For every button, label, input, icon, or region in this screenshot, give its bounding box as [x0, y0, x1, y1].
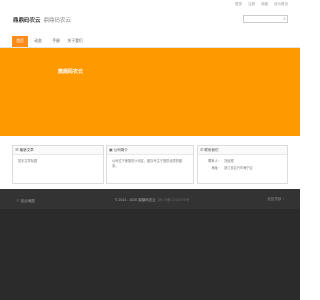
- contact-value: 刘经理: [224, 159, 234, 163]
- top-links: 登录 注册 收藏 设为首页: [235, 2, 288, 7]
- search-icon[interactable]: ⌕: [283, 16, 286, 23]
- site-name: 鼎鼎码农云: [13, 18, 41, 24]
- nav-item-news[interactable]: 动态: [30, 36, 46, 47]
- contact-label: 地址：: [211, 166, 221, 170]
- panel-recent-header: ☰最新文章: [13, 146, 103, 155]
- sitemap-icon: ☰: [16, 198, 20, 203]
- nav-item-manual[interactable]: 手册: [48, 36, 64, 47]
- panel-contact-body: 联系人： 刘经理 地址： 浙江省嘉兴市海宁区: [198, 155, 287, 175]
- back-to-top-link[interactable]: 返回顶部 ↑: [267, 197, 284, 202]
- hero-banner: [0, 48, 300, 136]
- nav-item-about[interactable]: 关于我们: [66, 36, 84, 47]
- list-icon: ☰: [15, 147, 19, 152]
- panel-about-header: ▣公司简介: [107, 146, 193, 155]
- panel-recent-title: 最新文章: [19, 148, 34, 152]
- panel-contact-header: ✆联系我们: [198, 146, 287, 155]
- top-bar: 登录 注册 收藏 设为首页: [0, 0, 300, 9]
- panel-contact: ✆联系我们 联系人： 刘经理 地址： 浙江省嘉兴市海宁区: [197, 145, 288, 184]
- contact-value: 浙江省嘉兴市海宁区: [224, 166, 253, 170]
- banner-title: 鼎鼎码农云: [58, 69, 84, 75]
- panel-recent-articles: ☰最新文章 暂无文章标题: [12, 145, 104, 184]
- contact-row-person: 联系人： 刘经理: [203, 158, 282, 163]
- footer-sitemap-text: 站点地图: [20, 199, 35, 203]
- site-footer: ☰站点地图 © 2013 - 2020 鼎鼎码农云 浙ICP备12345678号 …: [0, 189, 300, 300]
- article-link[interactable]: 暂无文章标题: [18, 158, 37, 163]
- copyright-text: © 2013 - 2020 鼎鼎码农云: [115, 198, 156, 202]
- contact-row-address: 地址： 浙江省嘉兴市海宁区: [203, 165, 282, 170]
- list-item[interactable]: 暂无文章标题: [18, 158, 98, 163]
- top-link-favorite[interactable]: 收藏: [261, 2, 268, 7]
- footer-copyright: © 2013 - 2020 鼎鼎码农云 浙ICP备12345678号: [115, 198, 190, 203]
- site-logo[interactable]: 鼎鼎码农云 鼎鼎码农云: [13, 16, 71, 24]
- panel-contact-title: 联系我们: [204, 148, 219, 152]
- about-text: 公司位于美丽的沙河区，团队专注于提供优质的服务。: [112, 159, 183, 168]
- site-subtitle: 鼎鼎码农云: [43, 18, 72, 24]
- top-link-set-home[interactable]: 设为首页: [274, 2, 288, 7]
- icp-link[interactable]: 浙ICP备12345678号: [158, 198, 190, 202]
- panel-recent-body: 暂无文章标题: [13, 155, 103, 168]
- panel-about-body: 公司位于美丽的沙河区，团队专注于提供优质的服务。: [107, 155, 193, 173]
- contact-label: 联系人：: [208, 159, 221, 163]
- footer-sitemap-link[interactable]: ☰站点地图: [16, 198, 35, 204]
- top-link-register[interactable]: 注册: [248, 2, 255, 7]
- nav-item-home[interactable]: 首页: [12, 36, 28, 47]
- search-input[interactable]: ⌕: [243, 15, 288, 23]
- phone-icon: ✆: [200, 147, 204, 152]
- panel-about-title: 公司简介: [113, 148, 128, 152]
- main-nav: 首页 动态 手册 关于我们: [0, 36, 300, 48]
- top-link-login[interactable]: 登录: [235, 2, 242, 7]
- info-icon: ▣: [109, 147, 113, 152]
- panel-company-intro: ▣公司简介 公司位于美丽的沙河区，团队专注于提供优质的服务。: [106, 145, 194, 184]
